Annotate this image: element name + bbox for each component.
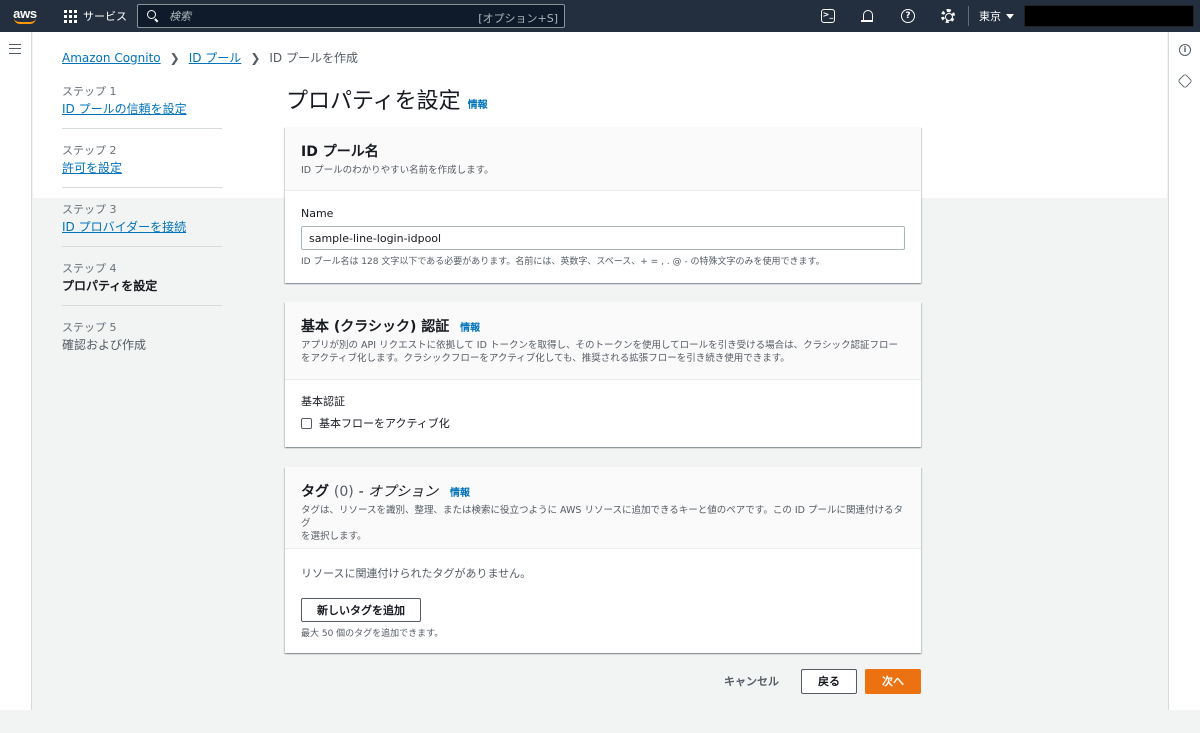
top-navigation: aws サービス 検索 [オプション+S] >_ ? 東京 xyxy=(0,0,1200,32)
name-field-label: Name xyxy=(301,207,334,220)
panel-header: ID プール名 ID プールのわかりやすい名前を作成します。 xyxy=(285,127,921,191)
pool-name-panel: ID プール名 ID プールのわかりやすい名前を作成します。 Name ID プ… xyxy=(285,127,921,283)
notifications-button[interactable] xyxy=(848,0,888,32)
bell-icon xyxy=(861,10,873,22)
tags-empty-text: リソースに関連付けられたタグがありません。 xyxy=(301,567,532,580)
right-side-rail: i xyxy=(1168,32,1200,710)
search-icon xyxy=(147,10,159,22)
panel-body: 基本認証 基本フローをアクティブ化 xyxy=(285,380,921,445)
tags-count: (0) xyxy=(333,484,354,500)
hamburger-menu-icon[interactable] xyxy=(9,44,21,54)
region-label: 東京 xyxy=(979,10,1001,23)
chevron-right-icon: ❯ xyxy=(250,50,261,65)
panel-title: 基本 (クラシック) 認証 xyxy=(301,319,450,335)
panel-header: タグ (0) - オプション 情報 タグは、リソースを識別、整理、または検索に役… xyxy=(285,467,921,549)
account-menu[interactable] xyxy=(1024,5,1194,27)
step-link-trust[interactable]: ID プールの信頼を設定 xyxy=(62,102,187,116)
grid-icon xyxy=(64,9,77,23)
basic-auth-info-link[interactable]: 情報 xyxy=(460,323,480,334)
step-link-permissions[interactable]: 許可を設定 xyxy=(62,161,122,175)
nav-icon-group: >_ ? 東京 xyxy=(808,0,1014,32)
panel-description-line-2: をアクティブ化します。クラシックフローをアクティブ化しても、推奨される拡張フロー… xyxy=(301,353,790,364)
wizard-step-1: ステップ 1 ID プールの信頼を設定 xyxy=(62,80,222,129)
basic-auth-field-label: 基本認証 xyxy=(301,395,345,408)
nav-divider xyxy=(968,6,969,26)
back-button[interactable]: 戻る xyxy=(801,668,857,694)
panel-title: タグ (0) - オプション xyxy=(301,484,443,500)
region-selector[interactable]: 東京 xyxy=(979,8,1014,24)
info-panel-icon[interactable]: i xyxy=(1179,44,1191,56)
chevron-right-icon: ❯ xyxy=(169,50,180,65)
panel-description-line-2: を選択します。 xyxy=(301,531,367,542)
add-tag-button[interactable]: 新しいタグを追加 xyxy=(301,598,421,622)
help-button[interactable]: ? xyxy=(888,0,928,32)
wizard-step-5: ステップ 5 確認および作成 xyxy=(62,316,222,364)
breadcrumb-current: ID プールを作成 xyxy=(269,51,358,65)
tags-limit-hint: 最大 50 個のタグを追加できます。 xyxy=(301,629,444,639)
services-label: サービス xyxy=(83,10,127,23)
page-header: プロパティを設定 情報 xyxy=(286,83,488,115)
tags-panel: タグ (0) - オプション 情報 タグは、リソースを識別、整理、または検索に役… xyxy=(285,467,921,653)
pool-name-hint: ID プール名は 128 文字以下である必要があります。名前には、英数字、スペー… xyxy=(301,257,825,267)
caret-down-icon xyxy=(1006,13,1014,19)
step-number: ステップ 1 xyxy=(62,85,117,98)
wizard-step-3: ステップ 3 ID プロバイダーを接続 xyxy=(62,198,222,247)
wizard-steps: ステップ 1 ID プールの信頼を設定 ステップ 2 許可を設定 ステップ 3 … xyxy=(62,80,222,374)
panel-title: ID プール名 xyxy=(301,144,379,160)
panel-description-line-1: アプリが別の API リクエストに依拠して ID トークンを取得し、そのトークン… xyxy=(301,340,898,351)
wizard-actions: キャンセル 戻る 次へ xyxy=(712,668,921,694)
search-placeholder: 検索 xyxy=(169,10,191,23)
aws-smile-icon xyxy=(14,18,36,24)
panel-body: リソースに関連付けられたタグがありません。 新しいタグを追加 最大 50 個のタ… xyxy=(285,549,921,653)
pool-name-input[interactable] xyxy=(301,226,905,250)
gear-icon xyxy=(941,9,955,23)
step-number: ステップ 4 xyxy=(62,262,117,275)
step-current-label: プロパティを設定 xyxy=(62,279,158,293)
basic-flow-checkbox-row[interactable]: 基本フローをアクティブ化 xyxy=(301,415,905,431)
cancel-button[interactable]: キャンセル xyxy=(724,673,779,689)
step-number: ステップ 5 xyxy=(62,321,117,334)
step-link-providers[interactable]: ID プロバイダーを接続 xyxy=(62,220,186,234)
panel-description-line-1: タグは、リソースを識別、整理、または検索に役立つように AWS リソースに追加で… xyxy=(301,505,904,529)
tags-title-text: タグ xyxy=(301,484,329,500)
basic-flow-checkbox-label: 基本フローをアクティブ化 xyxy=(319,417,450,430)
step-number: ステップ 3 xyxy=(62,203,117,216)
hexagon-icon[interactable] xyxy=(1177,73,1193,89)
cloudshell-button[interactable]: >_ xyxy=(808,0,848,32)
left-side-rail xyxy=(0,32,32,710)
wizard-step-2: ステップ 2 許可を設定 xyxy=(62,139,222,188)
help-icon: ? xyxy=(901,9,915,23)
search-shortcut-hint: [オプション+S] xyxy=(478,12,558,25)
services-menu-button[interactable]: サービス xyxy=(50,0,127,32)
panel-header: 基本 (クラシック) 認証 情報 アプリが別の API リクエストに依拠して I… xyxy=(285,302,921,380)
step-number: ステップ 2 xyxy=(62,144,117,157)
panel-description: ID プールのわかりやすい名前を作成します。 xyxy=(301,165,494,176)
wizard-step-4: ステップ 4 プロパティを設定 xyxy=(62,257,222,306)
tags-optional: - オプション xyxy=(358,484,439,500)
aws-logo[interactable]: aws xyxy=(0,0,50,32)
search-input[interactable]: 検索 [オプション+S] xyxy=(137,4,565,28)
breadcrumb-id-pool-link[interactable]: ID プール xyxy=(189,49,242,66)
breadcrumb: Amazon Cognito ❯ ID プール ❯ ID プールを作成 xyxy=(62,49,358,66)
next-button[interactable]: 次へ xyxy=(865,668,921,694)
breadcrumb-cognito-link[interactable]: Amazon Cognito xyxy=(62,51,161,65)
basic-flow-checkbox[interactable] xyxy=(301,417,312,429)
cloudshell-icon: >_ xyxy=(821,9,835,23)
basic-auth-panel: 基本 (クラシック) 認証 情報 アプリが別の API リクエストに依拠して I… xyxy=(285,302,921,447)
settings-button[interactable] xyxy=(928,0,968,32)
step-review-label: 確認および作成 xyxy=(62,338,147,352)
tags-info-link[interactable]: 情報 xyxy=(450,488,470,499)
page-info-link[interactable]: 情報 xyxy=(468,96,488,111)
page-title: プロパティを設定 xyxy=(286,89,461,114)
panel-body: Name ID プール名は 128 文字以下である必要があります。名前には、英数… xyxy=(285,191,921,281)
